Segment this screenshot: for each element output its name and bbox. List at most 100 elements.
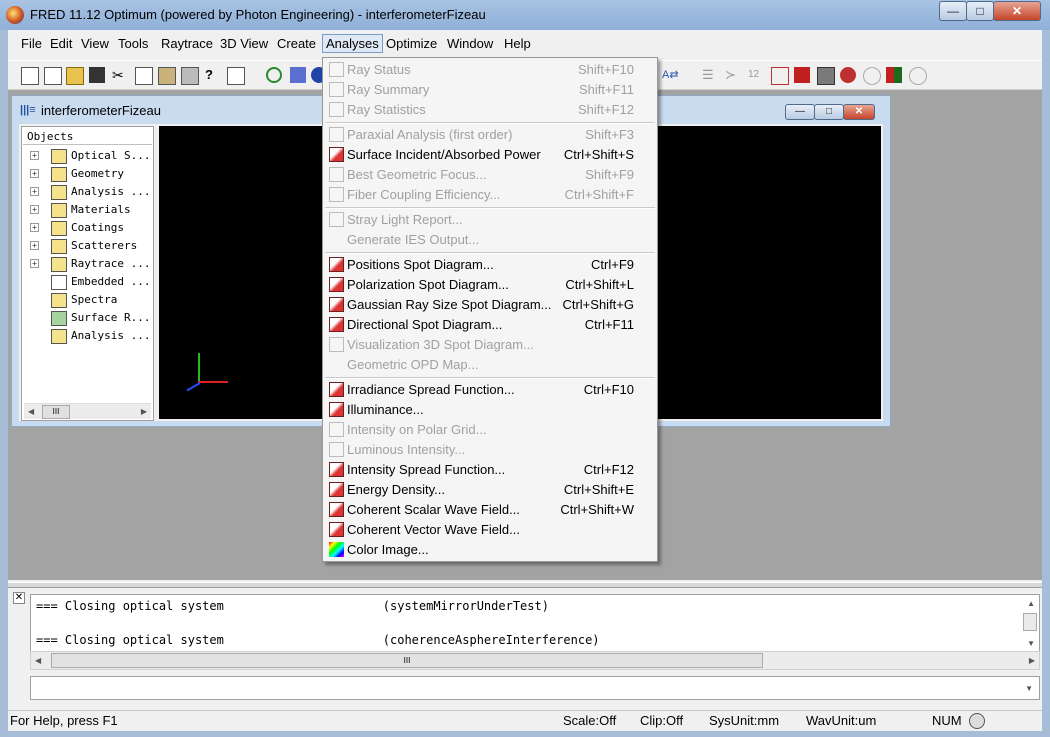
open-folder-icon[interactable] [66,67,84,85]
scroll-right-icon[interactable]: ▶ [141,407,147,416]
output-close-icon[interactable]: ✕ [13,592,25,604]
menu-item-shortcut: Ctrl+F10 [583,382,634,397]
ray-summary-tb-icon[interactable]: ≻ [725,67,741,83]
minimize-button[interactable]: — [939,1,967,21]
print-icon[interactable] [181,67,199,85]
menu-item-gaussian-ray-size-spot-diagram[interactable]: Gaussian Ray Size Spot Diagram... Ctrl+Sh… [323,295,657,315]
power-icon [329,147,344,162]
new-file-icon[interactable] [44,67,62,85]
scroll-right-icon[interactable]: ▶ [1029,656,1035,665]
copy-icon[interactable] [135,67,153,85]
scroll-left-icon[interactable]: ◀ [28,407,34,416]
maximize-button[interactable]: □ [966,1,994,21]
output-window: ✕ === Closing optical system (systemMirr… [10,590,1040,700]
expand-icon[interactable]: + [30,259,39,268]
menu-item-label: Geometric OPD Map... [347,357,479,372]
menu-item-illuminance[interactable]: Illuminance... [323,400,657,420]
intensity-tb-icon[interactable] [840,67,856,83]
menu-item-ray-summary: Ray Summary Shift+F11 [323,80,657,100]
menu-item-label: Ray Statistics [347,102,426,117]
scroll-down-icon[interactable]: ▼ [1027,639,1035,648]
menu-item-coherent-scalar-wave-field[interactable]: Coherent Scalar Wave Field... Ctrl+Shift+… [323,500,657,520]
menu-item-color-image[interactable]: Color Image... [323,540,657,560]
menu-item-label: Irradiance Spread Function... [347,382,515,397]
menu-item-shortcut: Ctrl+F11 [584,317,634,332]
expand-icon[interactable]: + [30,241,39,250]
command-input[interactable]: ▼ [30,676,1040,700]
swap-icon[interactable]: A⇄ [662,67,679,83]
menu-window[interactable]: Window [447,36,493,51]
status-indicator-icon [969,713,985,729]
spot-tb-icon[interactable] [771,67,789,85]
expand-icon[interactable]: + [30,223,39,232]
object-tree[interactable]: Objects + Optical S... + Geometry + Analysi… [21,126,154,421]
menu-3d-view[interactable]: 3D View [220,36,268,51]
doc-restore-button[interactable]: □ [814,104,844,120]
directional-tb-icon[interactable] [817,67,835,85]
zoom-icon[interactable] [266,67,282,83]
fred-app-icon[interactable] [6,6,24,24]
tree-horizontal-scrollbar[interactable]: ◀ III ▶ [24,403,151,419]
menu-create[interactable]: Create [277,36,316,51]
menu-item-label: Luminous Intensity... [347,442,466,457]
luminous-tb-icon[interactable] [909,67,927,85]
source-folder-icon [51,149,67,164]
output-text-area[interactable]: === Closing optical system (systemMirror… [30,594,1040,652]
close-button[interactable]: ✕ [993,1,1041,21]
scroll-left-icon[interactable]: ◀ [35,656,41,665]
new-document-icon[interactable] [21,67,39,85]
output-splitter[interactable] [8,582,1042,588]
document-controls: — □ ✕ [785,104,875,120]
menu-item-polarization-spot-diagram[interactable]: Polarization Spot Diagram... Ctrl+Shift+L [323,275,657,295]
doc-minimize-button[interactable]: — [785,104,815,120]
menu-item-positions-spot-diagram[interactable]: Positions Spot Diagram... Ctrl+F9 [323,255,657,275]
expand-icon[interactable]: + [30,205,39,214]
menu-help[interactable]: Help [504,36,531,51]
menu-edit[interactable]: Edit [50,36,72,51]
vertical-scroll-thumb[interactable] [1023,613,1037,631]
cut-icon[interactable]: ✂ [112,67,128,83]
menu-analyses[interactable]: Analyses [322,34,383,53]
menu-optimize[interactable]: Optimize [386,36,437,51]
scroll-thumb[interactable]: III [51,653,763,668]
menu-item-shortcut: Ctrl+Shift+S [563,147,634,162]
edit-properties-icon[interactable] [227,67,245,85]
analysis-results-icon [51,329,67,344]
save-icon[interactable] [89,67,105,83]
menu-item-ray-statistics: Ray Statistics Shift+F12 [323,100,657,120]
menu-item-intensity-spread-function[interactable]: Intensity Spread Function... Ctrl+F12 [323,460,657,480]
rays-icon [329,82,344,97]
scroll-thumb[interactable]: III [42,405,70,419]
menu-raytrace[interactable]: Raytrace [161,36,213,51]
3d-spot-icon [329,337,344,352]
table-icon: |||≡ [20,104,36,116]
menu-item-surface-incident-absorbed-power[interactable]: Surface Incident/Absorbed Power Ctrl+Shif… [323,145,657,165]
raytrace-folder-icon [51,257,67,272]
menu-item-label: Paraxial Analysis (first order) [347,127,513,142]
menu-tools[interactable]: Tools [118,36,148,51]
menu-item-coherent-vector-wave-field[interactable]: Coherent Vector Wave Field... [323,520,657,540]
menu-item-irradiance-spread-function[interactable]: Irradiance Spread Function... Ctrl+F10 [323,380,657,400]
paste-icon[interactable] [158,67,176,85]
expand-icon[interactable]: + [30,151,39,160]
menu-file[interactable]: File [21,36,42,51]
menu-view[interactable]: View [81,36,109,51]
expand-icon[interactable]: + [30,169,39,178]
expand-icon[interactable]: + [30,187,39,196]
output-horizontal-scrollbar[interactable]: ◀ III ▶ [30,651,1040,670]
polar-tb-icon[interactable] [863,67,881,85]
menu-item-directional-spot-diagram[interactable]: Directional Spot Diagram... Ctrl+F11 [323,315,657,335]
ray-stats-tb-icon[interactable]: 12 [748,67,764,83]
illuminance-tb-icon[interactable] [886,67,902,83]
help-icon[interactable]: ? [205,67,221,83]
irradiance-tb-icon[interactable] [794,67,810,83]
doc-close-button[interactable]: ✕ [843,104,875,120]
ray-status-tb-icon[interactable]: ☰ [702,67,718,83]
document-title: interferometerFizeau [41,103,161,118]
title-bar[interactable]: FRED 11.12 Optimum (powered by Photon En… [0,0,1050,30]
menu-item-energy-density[interactable]: Energy Density... Ctrl+Shift+E [323,480,657,500]
chevron-down-icon[interactable]: ▼ [1025,684,1033,693]
scroll-up-icon[interactable]: ▲ [1027,599,1035,608]
menu-item-label: Coherent Vector Wave Field... [347,522,520,537]
arrange-icon[interactable] [290,67,306,83]
